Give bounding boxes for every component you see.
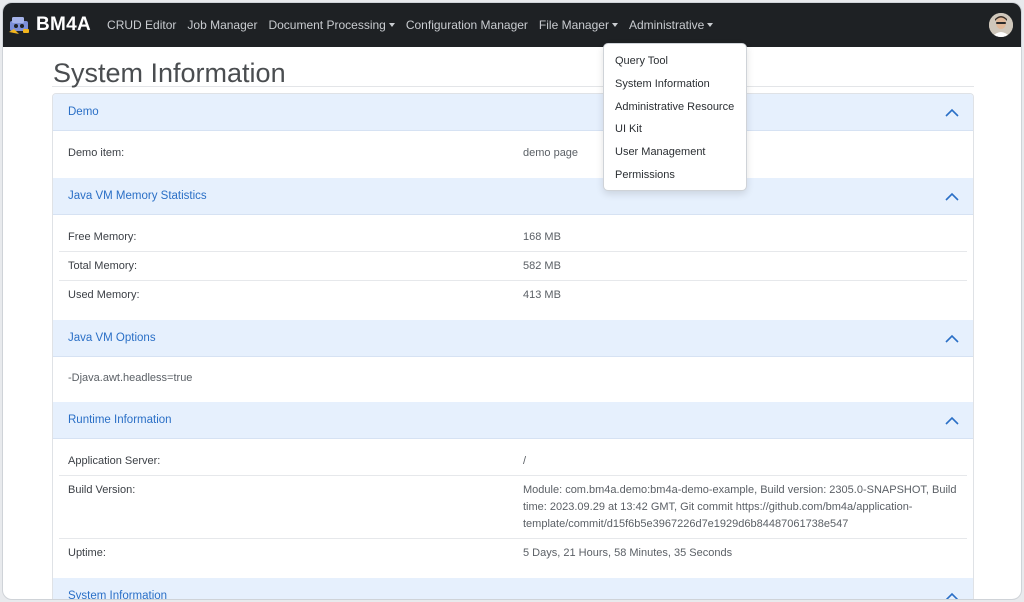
row-key: Uptime: [68, 547, 106, 559]
row-value: 582 MB [523, 260, 561, 272]
row-value: 168 MB [523, 231, 561, 243]
nav-file-manager[interactable]: File Manager [539, 18, 618, 32]
section-title: Runtime Information [68, 414, 172, 426]
section-title: Java VM Memory Statistics [68, 190, 207, 202]
nav-label: File Manager [538, 18, 609, 32]
row-key: Demo item: [68, 147, 125, 159]
row-key: Total Memory: [68, 260, 138, 272]
browser-frame: BM4A CRUD Editor Job Manager Document Pr… [2, 2, 1022, 600]
menu-item-user-management[interactable]: User Management [604, 141, 746, 164]
menu-item-query-tool[interactable]: Query Tool [604, 50, 746, 73]
caret-down-icon [388, 23, 395, 27]
avatar-icon [989, 13, 1013, 37]
nav-label: CRUD Editor [107, 18, 177, 32]
page-title: System Information [52, 47, 974, 88]
row-value: 5 Days, 21 Hours, 58 Minutes, 35 Seconds [523, 547, 733, 559]
nav-job-manager[interactable]: Job Manager [187, 18, 257, 32]
section-header-memory[interactable]: Java VM Memory Statistics [53, 178, 973, 215]
table-row: Used Memory: 413 MB [59, 281, 967, 309]
nav-document-processing[interactable]: Document Processing [268, 18, 395, 32]
administrative-dropdown-menu: Query Tool System Information Administra… [603, 43, 747, 191]
caret-down-icon [707, 23, 714, 27]
chevron-up-icon [945, 592, 959, 599]
row-key: Build Version: [68, 484, 136, 496]
chevron-up-icon [945, 192, 959, 201]
row-value: / [523, 455, 527, 467]
nav-administrative[interactable]: Administrative [628, 18, 714, 32]
brand-name: BM4A [36, 14, 92, 35]
section-body-demo: Demo item: demo page [53, 131, 973, 178]
table-row: Total Memory: 582 MB [59, 252, 967, 281]
section-body-runtime: Application Server: / Build Version: Mod… [53, 439, 973, 578]
main-nav: CRUD Editor Job Manager Document Process… [107, 18, 724, 32]
nav-label: Job Manager [187, 18, 258, 32]
chevron-up-icon [945, 334, 959, 343]
section-body-memory: Free Memory: 168 MB Total Memory: 582 MB… [53, 215, 973, 320]
section-title: System Information [68, 590, 168, 600]
table-row: Demo item: demo page [59, 139, 967, 167]
bm4a-logo-icon [9, 17, 29, 34]
section-title: Demo [68, 106, 99, 118]
brand[interactable]: BM4A [7, 13, 91, 37]
nav-label: Administrative [628, 18, 705, 32]
nav-configuration-manager[interactable]: Configuration Manager [406, 18, 528, 32]
nav-label: Configuration Manager [405, 18, 528, 32]
section-header-system[interactable]: System Information [53, 578, 973, 600]
row-key: Application Server: [68, 455, 161, 467]
table-row: Build Version: Module: com.bm4a.demo:bm4… [59, 476, 967, 539]
section-header-demo[interactable]: Demo [53, 94, 973, 131]
section-header-runtime[interactable]: Runtime Information [53, 402, 973, 439]
user-avatar[interactable] [989, 13, 1013, 37]
table-row: Uptime: 5 Days, 21 Hours, 58 Minutes, 35… [59, 539, 967, 567]
main-content: System Information Demo Demo item: demo … [52, 47, 974, 600]
chevron-up-icon [945, 416, 959, 425]
nav-crud-editor[interactable]: CRUD Editor [107, 18, 176, 32]
table-row: Application Server: / [59, 447, 967, 476]
section-title: Java VM Options [68, 332, 156, 344]
row-key: Used Memory: [68, 289, 140, 301]
caret-down-icon [611, 23, 618, 27]
section-header-vm-options[interactable]: Java VM Options [53, 320, 973, 357]
menu-item-ui-kit[interactable]: UI Kit [604, 118, 746, 141]
menu-item-system-information[interactable]: System Information [604, 73, 746, 96]
row-value: 413 MB [523, 289, 561, 301]
system-info-card: Demo Demo item: demo page Java VM Memory… [52, 93, 974, 600]
section-body-vm-options: -Djava.awt.headless=true [53, 357, 973, 402]
chevron-up-icon [945, 108, 959, 117]
row-value: Module: com.bm4a.demo:bm4a-demo-example,… [523, 484, 957, 530]
table-row: Free Memory: 168 MB [59, 223, 967, 252]
menu-item-permissions[interactable]: Permissions [604, 164, 746, 187]
row-key: Free Memory: [68, 231, 137, 243]
nav-label: Document Processing [268, 18, 386, 32]
top-navbar: BM4A CRUD Editor Job Manager Document Pr… [3, 3, 1021, 47]
vm-options-text: -Djava.awt.headless=true [68, 372, 193, 384]
menu-item-administrative-resource[interactable]: Administrative Resource [604, 96, 746, 119]
